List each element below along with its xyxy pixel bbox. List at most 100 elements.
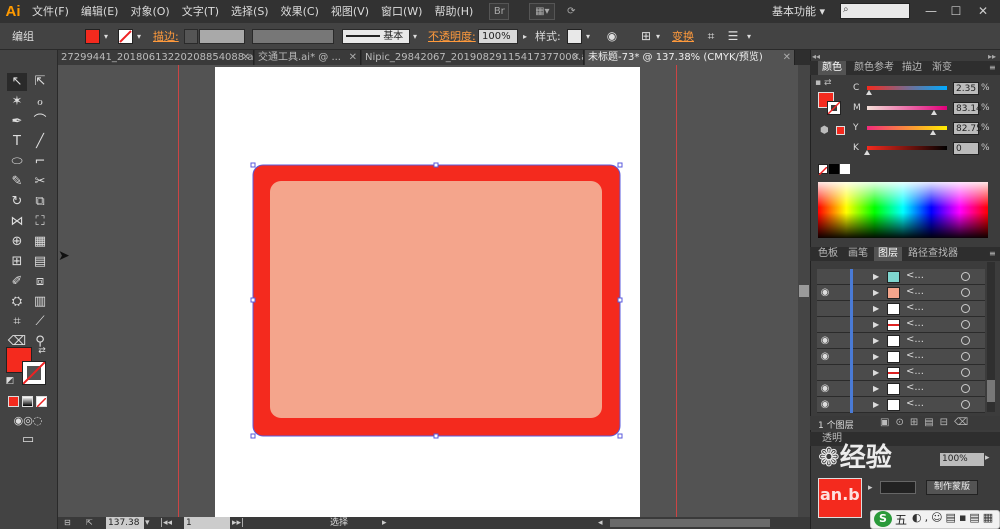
align-icon[interactable]: ⊞	[638, 29, 654, 44]
tab-swatches[interactable]: 色板	[814, 247, 842, 261]
gradient-tool-icon[interactable]: ▤	[30, 253, 50, 271]
layer-name[interactable]: <...	[906, 381, 924, 395]
layers-menu-icon[interactable]: ≡	[989, 249, 996, 258]
close-button[interactable]: ✕	[972, 3, 994, 19]
slider-thumb-icon[interactable]	[930, 110, 937, 115]
layer-row[interactable]: ◉ ▶ <...	[817, 285, 985, 301]
prev-artboard-icon[interactable]: |◂◂	[160, 517, 180, 529]
target-circle-icon[interactable]	[961, 336, 970, 345]
paintbrush-tool-icon[interactable]: ⌐	[30, 153, 50, 171]
width-tool-icon[interactable]: ⋈	[7, 213, 27, 231]
lasso-tool-icon[interactable]: ℴ	[30, 93, 50, 111]
tab-document-3[interactable]: Nipic_29842067_20190829115417377000.ai* ✕	[362, 50, 584, 65]
target-circle-icon[interactable]	[961, 384, 970, 393]
layer-row[interactable]: ◉ ▶ <...	[817, 397, 985, 413]
target-circle-icon[interactable]	[961, 320, 970, 329]
close-tab-icon[interactable]: ✕	[572, 50, 580, 65]
gamut-color-swatch[interactable]	[836, 126, 845, 135]
graphic-style-swatch[interactable]	[567, 29, 582, 44]
menu-window[interactable]: 窗口(W)	[375, 0, 428, 23]
stroke-dropdown-arrow-icon[interactable]: ▾	[134, 29, 144, 44]
menu-effect[interactable]: 效果(C)	[275, 0, 325, 23]
visibility-eye-icon[interactable]: ◉	[819, 398, 831, 412]
target-circle-icon[interactable]	[961, 368, 970, 377]
artboard-number-field[interactable]: 1	[184, 517, 230, 529]
draw-mode-icons[interactable]: ◉◎◌	[8, 412, 48, 430]
visibility-eye-icon[interactable]: ◉	[819, 382, 831, 396]
menu-file[interactable]: 文件(F)	[26, 0, 75, 23]
share-icon[interactable]: ⇱	[86, 518, 100, 528]
tab-pathfinder[interactable]: 路径查找器	[904, 247, 962, 261]
horizontal-scrollbar[interactable]	[610, 519, 770, 527]
line-tool-icon[interactable]: ╱	[30, 133, 50, 151]
fill-dropdown-arrow-icon[interactable]: ▾	[101, 29, 111, 44]
expand-panel-icon[interactable]: ▸▸	[988, 52, 998, 61]
target-circle-icon[interactable]	[961, 304, 970, 313]
expand-arrow-icon[interactable]: ▶	[873, 365, 879, 381]
color-panel-small-icons[interactable]: ▪ ⇄	[815, 78, 832, 88]
curvature-tool-icon[interactable]: ⌒	[30, 113, 50, 131]
layer-name[interactable]: <...	[906, 365, 924, 379]
column-graph-tool-icon[interactable]: ▥	[30, 293, 50, 311]
visibility-eye-icon[interactable]: ◉	[819, 334, 831, 348]
opacity-field[interactable]: 100%	[478, 29, 518, 44]
direct-selection-tool-icon[interactable]: ⇱	[30, 73, 50, 91]
channel-value-c[interactable]: 2.35	[953, 82, 979, 95]
close-tab-icon[interactable]: ✕	[783, 50, 791, 65]
target-circle-icon[interactable]	[961, 352, 970, 361]
align-arrow-icon[interactable]: ▾	[653, 29, 663, 44]
pen-tool-icon[interactable]: ✒	[7, 113, 27, 131]
expand-arrow-icon[interactable]: ▶	[873, 269, 879, 285]
channel-slider-k[interactable]	[867, 146, 947, 150]
scrollbar-thumb[interactable]	[799, 285, 809, 297]
slider-thumb-icon[interactable]	[864, 150, 870, 155]
menu-object[interactable]: 对象(O)	[124, 0, 175, 23]
tab-document-2[interactable]: 交通工具.ai* @ ... ✕	[255, 50, 361, 65]
expand-arrow-icon[interactable]: ▶	[873, 333, 879, 349]
layer-row[interactable]: ▶ <...	[817, 301, 985, 317]
scissors-tool-icon[interactable]: ✂	[30, 173, 50, 191]
arrange-icon[interactable]: ☰	[725, 29, 741, 44]
channel-slider-c[interactable]	[867, 86, 947, 90]
scroll-left-icon[interactable]: ◂	[598, 517, 608, 529]
layer-row[interactable]: ◉ ▶ <...	[817, 349, 985, 365]
pencil-tool-icon[interactable]: ✎	[7, 173, 27, 191]
canvas-area[interactable]	[58, 65, 798, 517]
zoom-field[interactable]: 137.38	[106, 517, 144, 529]
transform-link[interactable]: 变换	[672, 29, 694, 44]
slider-thumb-icon[interactable]	[930, 130, 937, 135]
layer-name[interactable]: <...	[906, 269, 924, 283]
brush-definition[interactable]: 基本	[342, 29, 410, 44]
expand-arrow-icon[interactable]: ▶	[873, 349, 879, 365]
magic-wand-tool-icon[interactable]: ✶	[7, 93, 27, 111]
channel-value-y[interactable]: 82.75	[953, 122, 982, 135]
panel-menu-arrow-icon[interactable]: ▾	[744, 29, 754, 44]
symbol-sprayer-tool-icon[interactable]: ⛭	[7, 293, 27, 311]
screen-mode-icon[interactable]: ▭	[16, 431, 40, 449]
channel-value-k[interactable]: 0	[953, 142, 979, 155]
tab-color-guide[interactable]: 颜色参考	[850, 61, 898, 75]
none-swatch[interactable]	[818, 164, 828, 176]
layer-row[interactable]: ▶ <...	[817, 365, 985, 381]
scale-tool-icon[interactable]: ⧉	[30, 193, 50, 211]
tab-brushes[interactable]: 画笔	[844, 247, 872, 261]
gpu-performance-icon[interactable]: ⟳	[561, 3, 581, 20]
style-dropdown-arrow-icon[interactable]: ▾	[583, 29, 593, 44]
layers-scrollbar-thumb[interactable]	[987, 380, 995, 402]
expand-arrow-icon[interactable]: ▶	[873, 381, 879, 397]
black-swatch[interactable]	[829, 164, 839, 174]
close-tab-icon[interactable]: ✕	[242, 50, 250, 65]
swap-colors-icon[interactable]: ⇄	[36, 345, 48, 357]
stroke-weight-field[interactable]	[199, 29, 245, 44]
zoom-dropdown-icon[interactable]: ▾	[145, 517, 153, 529]
stroke-label[interactable]: 描边:	[153, 29, 179, 44]
arrange-documents-button[interactable]: ▦▾	[529, 3, 556, 20]
stroke-swatch[interactable]	[118, 29, 133, 44]
layer-name[interactable]: <...	[906, 333, 924, 347]
status-arrow-icon[interactable]: ▸	[382, 517, 392, 529]
tab-stroke[interactable]: 描边	[898, 61, 926, 75]
eyedropper-tool-icon[interactable]: ✐	[7, 273, 27, 291]
slice-tool-icon[interactable]: ⟋	[30, 313, 50, 331]
menu-view[interactable]: 视图(V)	[325, 0, 375, 23]
tab-gradient[interactable]: 渐变	[928, 61, 956, 75]
